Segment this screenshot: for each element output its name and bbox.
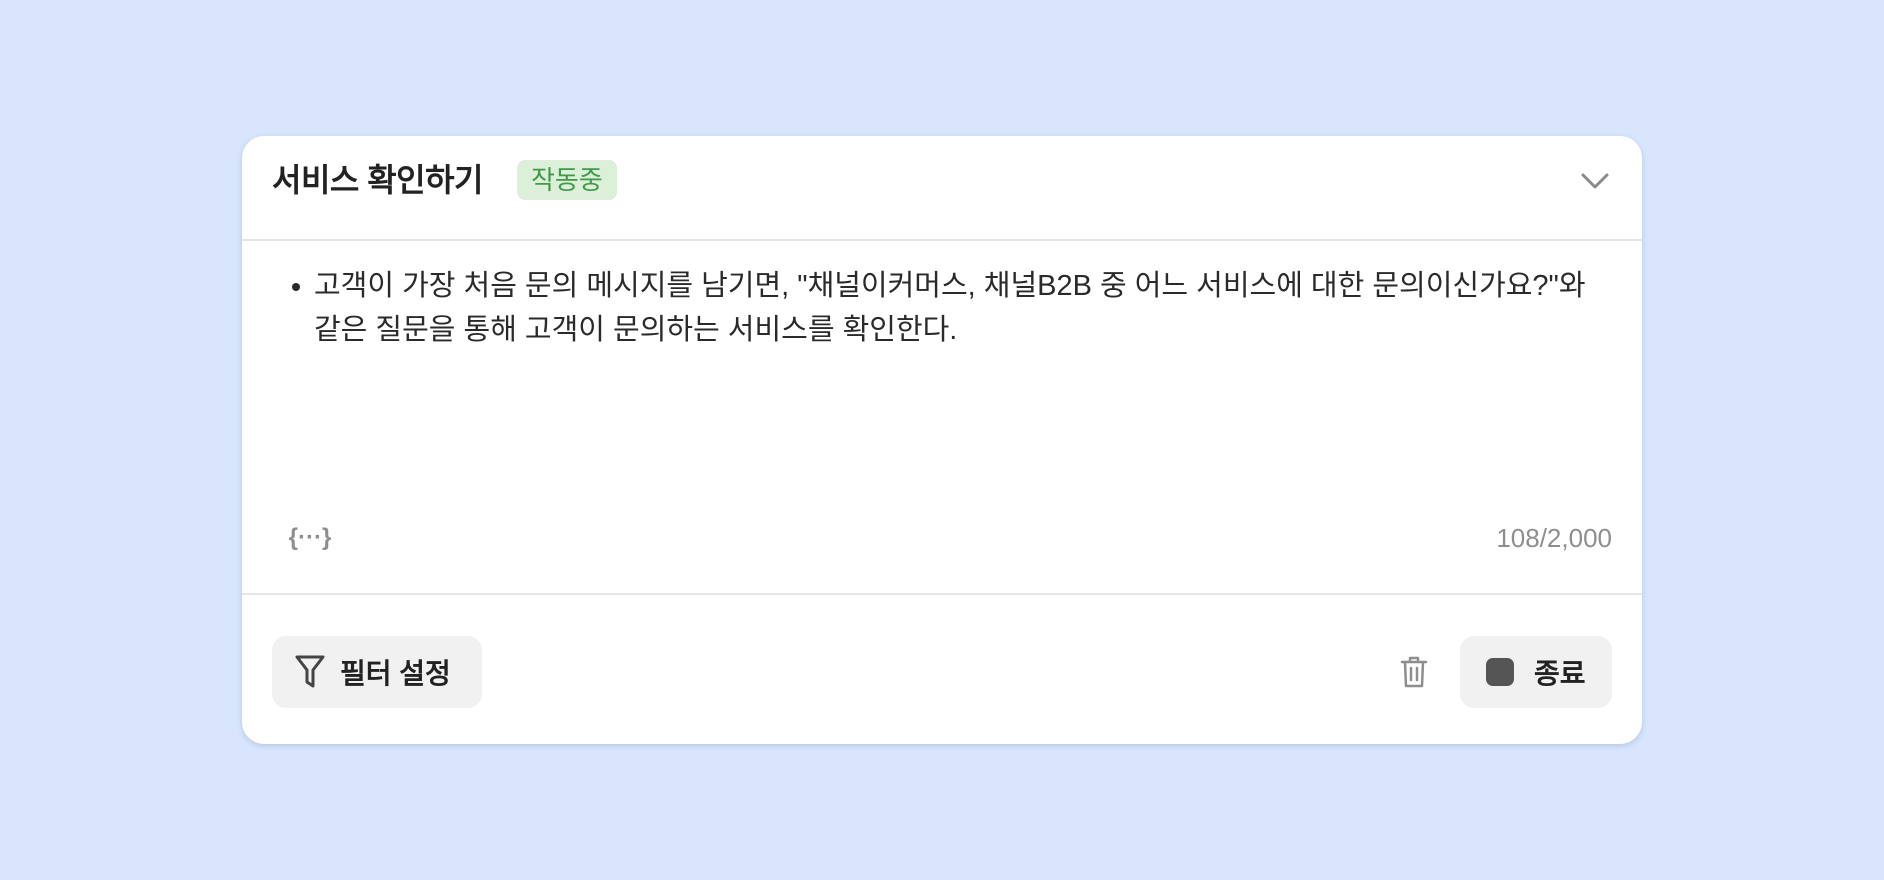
instruction-item: 고객이 가장 처음 문의 메시지를 남기면, "채널이커머스, 채널B2B 중 … [292,264,1612,352]
footer-divider [242,593,1642,595]
instruction-text-area[interactable]: 고객이 가장 처음 문의 메시지를 남기면, "채널이커머스, 채널B2B 중 … [292,264,1612,352]
trash-icon [1400,656,1428,688]
filter-icon [295,655,325,688]
insert-variable-button[interactable]: {···} [288,520,332,556]
stop-icon [1486,658,1514,686]
filter-settings-label: 필터 설정 [340,658,451,689]
chevron-down-icon [1581,173,1609,189]
card-title: 서비스 확인하기 [272,162,483,198]
card-header[interactable]: 서비스 확인하기 작동중 [242,136,1642,241]
end-button[interactable]: 종료 [1460,636,1612,708]
character-counter: 108/2,000 [1496,523,1612,553]
end-label: 종료 [1534,658,1586,689]
filter-settings-button[interactable]: 필터 설정 [272,636,482,708]
status-badge: 작동중 [517,160,617,200]
delete-button[interactable] [1394,652,1434,692]
instruction-card: 서비스 확인하기 작동중 고객이 가장 처음 문의 메시지를 남기면, "채널이… [242,136,1642,744]
collapse-toggle[interactable] [1578,168,1612,194]
